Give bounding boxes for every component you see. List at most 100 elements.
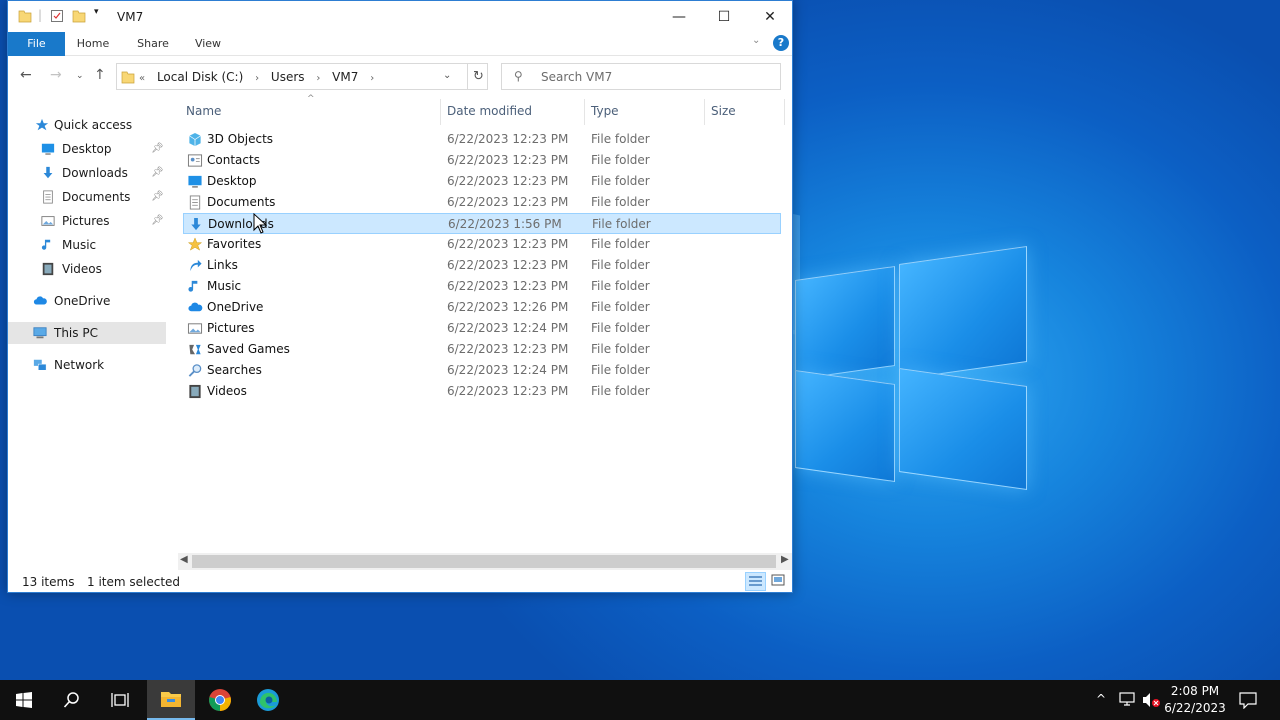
table-row[interactable]: Searches 6/22/2023 12:24 PM File folder	[183, 360, 781, 381]
address-bar[interactable]: « Local Disk (C:) › Users › VM7 › ⌄ ↻	[116, 63, 488, 90]
column-header-date[interactable]: Date modified	[447, 104, 532, 118]
column-divider[interactable]	[704, 99, 705, 125]
table-row[interactable]: Favorites 6/22/2023 12:23 PM File folder	[183, 234, 781, 255]
taskbar-edge[interactable]	[244, 680, 292, 720]
file-name: 3D Objects	[207, 132, 274, 146]
forward-arrow-icon[interactable]: →	[50, 67, 62, 83]
start-button[interactable]	[0, 680, 48, 720]
show-hidden-icons-icon[interactable]: ^	[1096, 692, 1106, 706]
new-folder-icon[interactable]	[72, 9, 86, 23]
sidebar-item-this-pc[interactable]: This PC	[8, 322, 166, 344]
sidebar-item-pictures[interactable]: Pictures 📌︎	[8, 210, 166, 232]
computer-icon	[33, 327, 47, 339]
table-row[interactable]: Links 6/22/2023 12:23 PM File folder	[183, 255, 781, 276]
sort-ascending-icon: ^	[307, 94, 315, 104]
table-row[interactable]: Music 6/22/2023 12:23 PM File folder	[183, 276, 781, 297]
sidebar-item-network[interactable]: Network	[8, 354, 166, 376]
column-divider[interactable]	[440, 99, 441, 125]
volume-muted-icon[interactable]	[1141, 692, 1161, 708]
file-date: 6/22/2023 12:23 PM	[447, 384, 569, 398]
chevron-right-icon[interactable]: ›	[370, 73, 374, 84]
clock-time[interactable]: 2:08 PM	[1160, 684, 1230, 698]
large-icons-view-icon[interactable]	[771, 574, 785, 587]
sidebar-item-music[interactable]: Music	[8, 234, 166, 256]
search-placeholder: Search VM7	[541, 70, 613, 84]
links-icon	[190, 259, 202, 272]
back-arrow-icon[interactable]: ←	[20, 67, 32, 83]
breadcrumb-users[interactable]: Users	[271, 70, 305, 84]
file-date: 6/22/2023 12:23 PM	[447, 195, 569, 209]
horizontal-scrollbar[interactable]: ◀ ▶	[178, 553, 792, 570]
refresh-icon[interactable]: ↻	[467, 64, 489, 89]
breadcrumb-vm7[interactable]: VM7	[332, 70, 358, 84]
recent-locations-icon[interactable]: ⌄	[76, 71, 84, 81]
sidebar-item-documents[interactable]: Documents 📌︎	[8, 186, 166, 208]
tab-view[interactable]: View	[186, 32, 230, 56]
tab-share[interactable]: Share	[130, 32, 176, 56]
sidebar-item-videos[interactable]: Videos	[8, 258, 166, 280]
breadcrumb-local-disk[interactable]: Local Disk (C:)	[157, 70, 243, 84]
up-arrow-icon[interactable]: ↑	[94, 67, 106, 83]
tab-home[interactable]: Home	[70, 32, 116, 56]
file-date: 6/22/2023 12:23 PM	[447, 258, 569, 272]
table-row[interactable]: Saved Games 6/22/2023 12:23 PM File fold…	[183, 339, 781, 360]
customize-toolbar-icon[interactable]: ▾	[94, 7, 99, 17]
help-icon[interactable]: ?	[773, 35, 789, 51]
search-button[interactable]	[48, 680, 96, 720]
column-header-size[interactable]: Size	[711, 104, 736, 118]
expand-ribbon-icon[interactable]: ⌄	[752, 35, 760, 46]
notifications-icon[interactable]	[1239, 691, 1257, 709]
column-header-type[interactable]: Type	[591, 104, 619, 118]
pin-icon[interactable]: 📌︎	[151, 186, 164, 208]
sidebar-item-onedrive[interactable]: OneDrive	[8, 290, 166, 312]
table-row[interactable]: Downloads 6/22/2023 1:56 PM File folder	[183, 213, 781, 234]
tab-file[interactable]: File	[8, 32, 65, 56]
scroll-left-icon[interactable]: ◀	[180, 554, 188, 565]
column-divider[interactable]	[784, 99, 785, 125]
scroll-right-icon[interactable]: ▶	[781, 554, 789, 565]
music-icon	[41, 239, 51, 250]
table-row[interactable]: Contacts 6/22/2023 12:23 PM File folder	[183, 150, 781, 171]
details-view-icon[interactable]	[745, 572, 766, 591]
mouse-cursor	[253, 213, 267, 234]
sidebar-item-downloads[interactable]: Downloads 📌︎	[8, 162, 166, 184]
pictures-icon	[187, 323, 203, 334]
item-count: 13 items	[22, 575, 75, 589]
chevron-down-icon[interactable]: ⌄	[443, 70, 451, 81]
pin-icon[interactable]: 📌︎	[151, 138, 164, 160]
file-name: Links	[207, 258, 238, 272]
close-button[interactable]: ✕	[747, 1, 793, 32]
breadcrumb-overflow[interactable]: «	[139, 73, 145, 84]
chrome-icon	[209, 689, 231, 711]
properties-icon[interactable]	[50, 9, 64, 23]
table-row[interactable]: Pictures 6/22/2023 12:24 PM File folder	[183, 318, 781, 339]
chevron-right-icon[interactable]: ›	[255, 73, 259, 84]
sidebar-item-quick-access[interactable]: Quick access	[8, 114, 166, 136]
chevron-right-icon[interactable]: ›	[316, 73, 320, 84]
column-header-name[interactable]: Name	[186, 104, 221, 118]
taskbar: ^ 2:08 PM 6/22/2023	[0, 680, 1280, 720]
clock-date[interactable]: 6/22/2023	[1160, 701, 1230, 715]
search-input[interactable]: ⚲ Search VM7	[501, 63, 781, 90]
table-row[interactable]: Videos 6/22/2023 12:23 PM File folder	[183, 381, 781, 402]
table-row[interactable]: OneDrive 6/22/2023 12:26 PM File folder	[183, 297, 781, 318]
maximize-button[interactable]: ☐	[701, 1, 747, 32]
videos-icon	[42, 262, 54, 276]
scrollbar-thumb[interactable]	[192, 555, 776, 568]
taskbar-chrome[interactable]	[196, 680, 244, 720]
minimize-button[interactable]: —	[656, 1, 702, 32]
title-bar[interactable]: | ▾ VM7 — ☐ ✕	[8, 1, 792, 32]
sidebar-item-desktop[interactable]: Desktop 📌︎	[8, 138, 166, 160]
pin-icon[interactable]: 📌︎	[151, 162, 164, 184]
table-row[interactable]: Documents 6/22/2023 12:23 PM File folder	[183, 192, 781, 213]
pictures-icon	[41, 216, 55, 226]
task-view-button[interactable]	[96, 680, 144, 720]
taskbar-file-explorer[interactable]	[147, 680, 195, 720]
file-name: Desktop	[207, 174, 257, 188]
network-status-icon[interactable]	[1118, 692, 1136, 708]
pin-icon[interactable]: 📌︎	[151, 210, 164, 232]
table-row[interactable]: Desktop 6/22/2023 12:23 PM File folder	[183, 171, 781, 192]
table-row[interactable]: 3D Objects 6/22/2023 12:23 PM File folde…	[183, 129, 781, 150]
document-icon	[43, 190, 53, 204]
column-divider[interactable]	[584, 99, 585, 125]
